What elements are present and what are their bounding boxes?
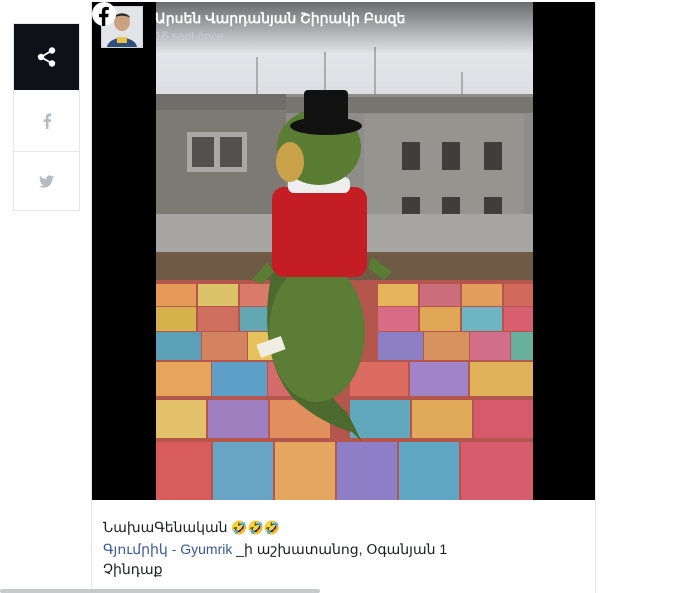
share-facebook-button[interactable] [14,90,79,152]
horizontal-scrollbar[interactable] [0,589,320,593]
facebook-logo-icon[interactable] [92,2,116,26]
author-name[interactable]: Արսեն Վարդանյան Շիրակի Բազե [155,10,405,27]
laughing-emoji-icon: 🤣🤣🤣 [231,520,280,535]
location-rest: _ի աշխատանոց, Օգանյան 1 [232,541,448,557]
post-photo[interactable]: Արսեն Վարդանյան Շիրակի Բազե 16 saat önce [92,2,595,500]
post-timestamp[interactable]: 16 saat önce [155,29,224,43]
share-twitter-button[interactable] [14,151,79,211]
post-caption: ՆախաԳենական 🤣🤣🤣 [103,519,280,536]
embedded-post: Արսեն Վարդանյան Շիրակի Բազե 16 saat önce… [91,2,596,593]
facebook-f-icon [43,113,51,129]
share-bar [13,23,80,211]
share-icon [37,47,55,67]
address-line: Չինդաք [103,561,163,577]
location-line: Գյումրիկ - Gyumrik _ի աշխատանոց, Օգանյան… [103,541,447,558]
share-button[interactable] [14,24,79,90]
twitter-bird-icon [39,174,54,188]
photo-scene [92,2,595,500]
location-link[interactable]: Գյումրիկ - Gyumrik [103,541,232,557]
caption-text: ՆախաԳենական [103,519,228,535]
